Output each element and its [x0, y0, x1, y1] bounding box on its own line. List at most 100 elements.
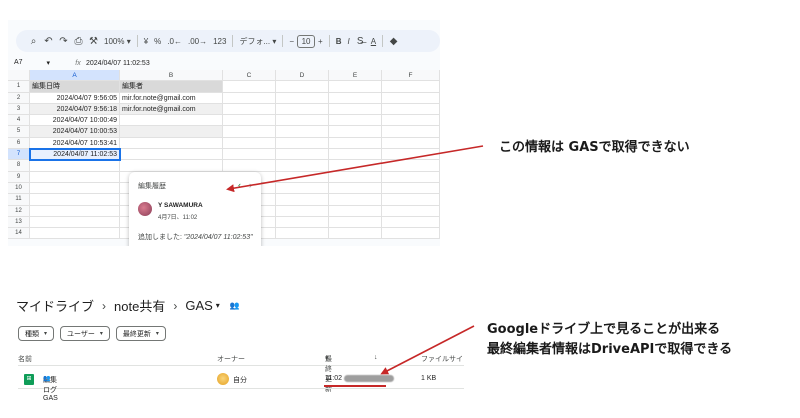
cell-e7[interactable]: [329, 149, 382, 161]
cell-c2[interactable]: [223, 92, 276, 104]
cell-e1[interactable]: [329, 81, 382, 93]
file-row[interactable]: ⊞ 編集ログGAS 👥 自分 11:02 1 KB: [18, 371, 464, 402]
cell-a9[interactable]: [30, 171, 120, 183]
cell-f13[interactable]: [382, 216, 440, 229]
cell-f1[interactable]: [382, 81, 440, 93]
column-header-c[interactable]: C: [223, 70, 276, 82]
row-header[interactable]: 3: [8, 103, 30, 116]
col-owner[interactable]: オーナー: [217, 354, 245, 364]
cell-b6[interactable]: [120, 137, 223, 150]
fill-color-icon[interactable]: ◆: [386, 32, 401, 50]
cell-b7[interactable]: [120, 149, 223, 161]
undo-icon[interactable]: ↶: [41, 32, 56, 50]
cell-a6[interactable]: 2024/04/07 10:53:41: [30, 137, 120, 150]
cell-a7[interactable]: 2024/04/07 11:02:53: [29, 148, 121, 162]
zoom-select[interactable]: 100% ▾: [101, 32, 134, 50]
column-header-f[interactable]: F: [382, 70, 440, 82]
cell-b5[interactable]: [120, 126, 223, 138]
row-header[interactable]: 10: [8, 182, 30, 195]
strikethrough-icon[interactable]: S̶: [353, 32, 368, 50]
cell-f3[interactable]: [382, 103, 440, 116]
cell-e10[interactable]: [329, 182, 382, 195]
font-size-increase-button[interactable]: +: [315, 32, 326, 50]
cell-e5[interactable]: [329, 126, 382, 138]
name-box[interactable]: A7 ▾: [8, 59, 56, 67]
cell-c1[interactable]: [223, 81, 276, 93]
row-header[interactable]: 12: [8, 205, 30, 217]
cell-c4[interactable]: [223, 115, 276, 127]
cell-d8[interactable]: [276, 160, 329, 172]
row-header[interactable]: 9: [8, 171, 30, 183]
percent-button[interactable]: %: [151, 32, 164, 50]
redo-icon[interactable]: ↷: [56, 32, 71, 50]
cell-a4[interactable]: 2024/04/07 10:00:49: [30, 115, 120, 127]
cell-a10[interactable]: [30, 182, 120, 195]
cell-a2[interactable]: 2024/04/07 9:56:05: [30, 92, 120, 104]
cell-d6[interactable]: [276, 137, 329, 150]
row-header[interactable]: 13: [8, 216, 30, 229]
text-color-button[interactable]: A: [368, 32, 379, 50]
cell-c8[interactable]: [223, 160, 276, 172]
cell-b8[interactable]: [120, 160, 223, 172]
breadcrumb-my-drive[interactable]: マイドライブ: [16, 296, 94, 315]
cell-a11[interactable]: [30, 194, 120, 206]
breadcrumb-gas[interactable]: GAS: [185, 298, 212, 313]
row-header[interactable]: 7: [8, 149, 30, 161]
cell-f11[interactable]: [382, 194, 440, 206]
search-icon[interactable]: ⌕: [26, 32, 41, 50]
row-header[interactable]: 5: [8, 126, 30, 138]
cell-e8[interactable]: [329, 160, 382, 172]
font-size-decrease-button[interactable]: −: [286, 32, 297, 50]
cell-b3[interactable]: mir.for.note@gmail.com: [120, 103, 223, 116]
filter-type-chip[interactable]: 種類 ▾: [18, 326, 55, 341]
font-select[interactable]: デフォ... ▾: [236, 32, 279, 50]
col-modified[interactable]: 最終更新 ▾: [325, 354, 332, 393]
chevron-left-icon[interactable]: ‹: [238, 180, 241, 190]
sort-direction-icon[interactable]: ↓: [374, 354, 378, 361]
cell-e9[interactable]: [329, 171, 382, 183]
cell-d9[interactable]: [276, 171, 329, 183]
cell-d14[interactable]: [276, 228, 329, 240]
cell-c6[interactable]: [223, 137, 276, 150]
cell-f5[interactable]: [382, 126, 440, 138]
cell-e13[interactable]: [329, 216, 382, 229]
cell-f8[interactable]: [382, 160, 440, 172]
cell-e14[interactable]: [329, 228, 382, 240]
cell-c5[interactable]: [223, 126, 276, 138]
cell-b1[interactable]: 編集者: [120, 81, 223, 93]
cell-a13[interactable]: [30, 216, 120, 229]
row-header[interactable]: 2: [8, 92, 30, 104]
cell-f7[interactable]: [382, 149, 440, 161]
number-format-button[interactable]: 123: [210, 32, 229, 50]
font-size-input[interactable]: 10: [297, 34, 316, 48]
cell-e3[interactable]: [329, 103, 382, 116]
print-icon[interactable]: ⎙: [71, 32, 86, 50]
column-header-d[interactable]: D: [276, 70, 329, 82]
increase-decimal-button[interactable]: .00→: [185, 32, 210, 50]
cell-a1[interactable]: 編集日時: [30, 81, 120, 93]
cell-e12[interactable]: [329, 205, 382, 217]
cell-e6[interactable]: [329, 137, 382, 150]
cell-f10[interactable]: [382, 182, 440, 195]
select-all-corner[interactable]: [8, 70, 30, 82]
cell-d13[interactable]: [276, 216, 329, 229]
row-header[interactable]: 1: [8, 81, 30, 93]
cell-c7[interactable]: [223, 149, 276, 161]
breadcrumb-note-shared[interactable]: note共有: [114, 296, 165, 315]
cell-d5[interactable]: [276, 126, 329, 138]
chevron-down-icon[interactable]: ▾: [216, 301, 220, 310]
column-header-b[interactable]: B: [120, 70, 223, 82]
currency-button[interactable]: ¥: [141, 32, 151, 50]
cell-a12[interactable]: [30, 205, 120, 217]
row-header[interactable]: 14: [8, 228, 30, 240]
cell-d2[interactable]: [276, 92, 329, 104]
cell-f14[interactable]: [382, 228, 440, 240]
cell-d11[interactable]: [276, 194, 329, 206]
cell-f2[interactable]: [382, 92, 440, 104]
row-header[interactable]: 4: [8, 115, 30, 127]
cell-e2[interactable]: [329, 92, 382, 104]
cell-d10[interactable]: [276, 182, 329, 195]
row-header[interactable]: 11: [8, 194, 30, 206]
cell-f12[interactable]: [382, 205, 440, 217]
cell-d3[interactable]: [276, 103, 329, 116]
